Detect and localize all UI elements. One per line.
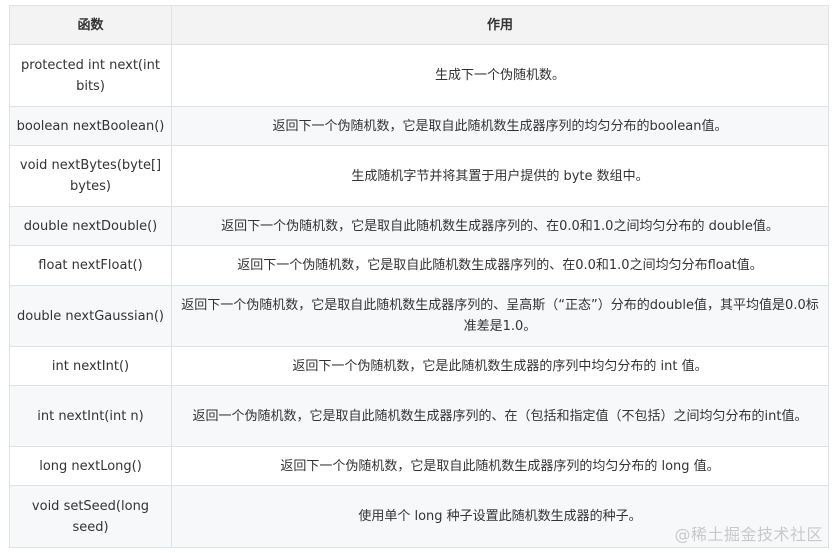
table-row: void nextBytes(byte[] bytes) 生成随机字节并将其置于… — [9, 145, 829, 207]
table-header-row: 函数 作用 — [9, 5, 829, 45]
function-cell: protected int next(int bits) — [9, 44, 172, 107]
description-cell: 返回一个伪随机数，它是取自此随机数生成器序列的、在（包括和指定值（不包括）之间均… — [171, 385, 829, 447]
function-cell: double nextDouble() — [9, 206, 172, 246]
function-cell: boolean nextBoolean() — [9, 106, 172, 146]
table-row: boolean nextBoolean() 返回下一个伪随机数，它是取自此随机数… — [9, 106, 829, 146]
column-header-purpose: 作用 — [171, 5, 829, 45]
function-cell: long nextLong() — [9, 446, 172, 486]
table-row: int nextInt() 返回下一个伪随机数，它是此随机数生成器的序列中均匀分… — [9, 346, 829, 386]
table-row: long nextLong() 返回下一个伪随机数，它是取自此随机数生成器序列的… — [9, 446, 829, 486]
function-cell: float nextFloat() — [9, 245, 172, 286]
function-cell: double nextGaussian() — [9, 285, 172, 347]
function-cell: int nextInt(int n) — [9, 385, 172, 447]
api-method-table: 函数 作用 protected int next(int bits) 生成下一个… — [9, 5, 829, 548]
function-cell: void setSeed(long seed) — [9, 485, 172, 548]
table-row: int nextInt(int n) 返回一个伪随机数，它是取自此随机数生成器序… — [9, 385, 829, 447]
table-row: double nextGaussian() 返回下一个伪随机数，它是取自此随机数… — [9, 285, 829, 347]
description-cell: 返回下一个伪随机数，它是取自此随机数生成器序列的均匀分布的 long 值。 — [171, 446, 829, 486]
description-cell: 返回下一个伪随机数，它是取自此随机数生成器序列的、在0.0和1.0之间均匀分布f… — [171, 245, 829, 286]
table-row: protected int next(int bits) 生成下一个伪随机数。 — [9, 44, 829, 107]
description-cell: 返回下一个伪随机数，它是取自此随机数生成器序列的均匀分布的boolean值。 — [171, 106, 829, 146]
description-cell: 生成随机字节并将其置于用户提供的 byte 数组中。 — [171, 145, 829, 207]
function-cell: void nextBytes(byte[] bytes) — [9, 145, 172, 207]
function-cell: int nextInt() — [9, 346, 172, 386]
table-row: double nextDouble() 返回下一个伪随机数，它是取自此随机数生成… — [9, 206, 829, 246]
column-header-function: 函数 — [9, 5, 172, 45]
description-cell: 返回下一个伪随机数，它是取自此随机数生成器序列的、在0.0和1.0之间均匀分布的… — [171, 206, 829, 246]
description-cell: 返回下一个伪随机数，它是取自此随机数生成器序列的、呈高斯（“正态”）分布的dou… — [171, 285, 829, 347]
watermark: @稀土掘金技术社区 — [674, 525, 823, 544]
description-cell: 生成下一个伪随机数。 — [171, 44, 829, 107]
table-row: float nextFloat() 返回下一个伪随机数，它是取自此随机数生成器序… — [9, 245, 829, 286]
description-cell: 返回下一个伪随机数，它是此随机数生成器的序列中均匀分布的 int 值。 — [171, 346, 829, 386]
